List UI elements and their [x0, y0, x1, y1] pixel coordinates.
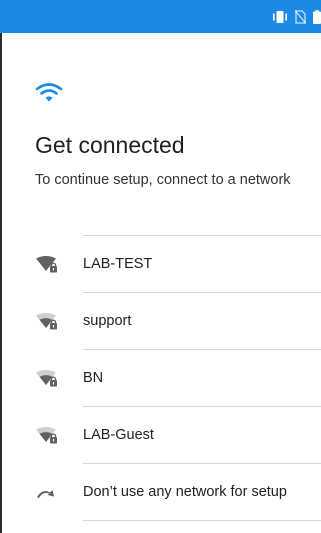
- status-bar: [0, 0, 321, 33]
- list-divider: [83, 520, 321, 521]
- wifi-locked-icon: [35, 255, 59, 275]
- battery-icon: [313, 10, 321, 24]
- network-label: LAB-TEST: [83, 256, 153, 272]
- status-icons: [272, 8, 321, 26]
- list-divider: [83, 292, 321, 293]
- list-divider: [83, 235, 321, 236]
- network-item-bn[interactable]: BN: [0, 349, 321, 406]
- network-label: BN: [83, 370, 104, 386]
- network-label: LAB-Guest: [83, 427, 154, 443]
- wifi-locked-icon: [35, 312, 59, 332]
- no-sim-icon: [295, 10, 306, 24]
- skip-arrow-icon: [35, 483, 59, 503]
- list-divider: [83, 406, 321, 407]
- wifi-locked-icon: [35, 426, 59, 446]
- page-subtitle: To continue setup, connect to a network: [35, 172, 291, 188]
- network-item-lab-guest[interactable]: LAB-Guest: [0, 406, 321, 463]
- wifi-icon: [34, 81, 64, 103]
- network-list: LAB-TEST support BN LAB-Guest Don’t use …: [0, 235, 321, 520]
- network-label: Don’t use any network for setup: [83, 484, 287, 500]
- vibrate-icon: [272, 10, 288, 24]
- skip-network-button[interactable]: Don’t use any network for setup: [0, 463, 321, 520]
- network-item-lab-test[interactable]: LAB-TEST: [0, 235, 321, 292]
- wifi-locked-icon: [35, 369, 59, 389]
- network-label: support: [83, 313, 132, 329]
- list-divider: [83, 349, 321, 350]
- network-item-support[interactable]: support: [0, 292, 321, 349]
- page-title: Get connected: [35, 132, 185, 158]
- list-divider: [83, 463, 321, 464]
